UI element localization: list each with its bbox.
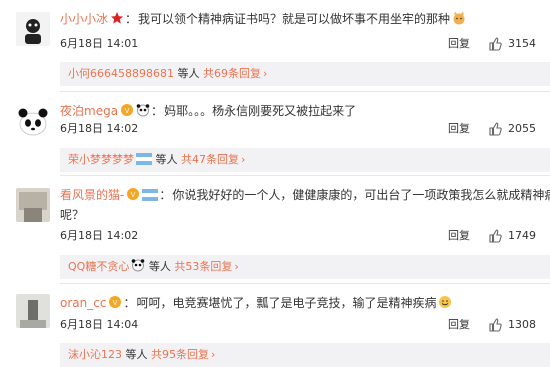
comment-line: 看风景的猫- V ：你说我好好的一个人，健健康康的，可出台了一项政策我怎么就成精神病… [60,186,550,204]
reply-button[interactable]: 回复 [448,228,470,244]
arrow-icon: › [211,348,216,361]
reply-count-link[interactable]: 共69条回复 [203,67,261,80]
timestamp: 6月18日 14:04 [60,318,139,331]
reply-user[interactable]: 荣小梦梦梦梦 [68,153,134,166]
like-count: 2055 [508,122,536,135]
avatar[interactable] [16,12,50,46]
like-count: 1308 [508,318,536,331]
vip-badge-icon: V [120,103,134,117]
like-count: 3154 [508,37,536,50]
reply-count-link[interactable]: 共95条回复 [151,348,209,361]
like-button[interactable]: 3154 [488,36,536,52]
reply-summary[interactable]: 沫小沁123 等人 共95条回复 › [60,343,550,367]
like-icon [489,318,502,332]
avatar[interactable] [16,294,50,328]
username[interactable]: 夜泊mega [60,104,118,118]
timestamp: 6月18日 14:01 [60,37,139,50]
comment-text: 妈耶。。。杨永信刚要死又被拉起来了 [164,104,357,118]
comment-actions: 回复 1749 [430,228,536,244]
like-icon [489,122,502,136]
comment-actions: 回复 1308 [430,317,536,333]
like-button[interactable]: 1308 [488,317,536,333]
panda-emoji-icon [131,258,145,272]
reply-button[interactable]: 回复 [448,36,470,52]
svg-text:V: V [113,299,118,307]
vip-badge-icon: V [126,187,140,201]
like-icon [489,37,502,51]
flag-icon [136,153,152,165]
comment-text: 呵呵，电竞赛堪忧了，瓢了是电子竞技，输了是精神疾病 [136,296,437,310]
timestamp: 6月18日 14:02 [60,122,139,135]
svg-text:V: V [131,191,136,199]
comment-line: oran_cc V ：呵呵，电竞赛堪忧了，瓢了是电子竞技，输了是精神疾病 [60,294,452,312]
reply-count-link[interactable]: 共53条回复 [174,260,232,273]
star-icon [110,11,124,25]
panda-emoji-icon [136,103,150,117]
smile-emoji-icon [438,295,452,309]
like-button[interactable]: 1749 [488,228,536,244]
reply-summary[interactable]: 荣小梦梦梦梦 等人 共47条回复 › [60,148,550,172]
arrow-icon: › [262,67,268,80]
comment-actions: 回复 3154 [430,36,536,52]
username[interactable]: 小小小冰 [60,12,108,26]
avatar[interactable] [16,104,50,138]
cat-emoji-icon [452,11,466,25]
comment-line: 夜泊mega V ：妈耶。。。杨永信刚要死又被拉起来了 [60,103,357,118]
like-icon [489,229,502,243]
reply-summary[interactable]: QQ糖不贪心 等人 共53条回复 › [60,255,550,279]
reply-summary[interactable]: 小何666458898681 等人 共69条回复 › [60,62,550,86]
reply-user[interactable]: 沫小沁123 [68,348,122,361]
comment-text: 我可以领个精神病证书吗？就是可以做坏事不用坐牢的那种 [138,12,451,26]
reply-count-link[interactable]: 共47条回复 [181,153,239,166]
like-count: 1749 [508,229,536,242]
reply-user[interactable]: QQ糖不贪心 [68,260,129,273]
reply-user[interactable]: 小何666458898681 [68,67,174,80]
arrow-icon: › [241,153,246,166]
username[interactable]: 看风景的猫- [60,188,124,202]
username[interactable]: oran_cc [60,296,106,310]
comment-text: 你说我好好的一个人，健健康康的，可出台了一项政策我怎么就成精神病了 [172,188,550,202]
flag-icon [142,189,159,201]
like-button[interactable]: 2055 [488,121,536,137]
timestamp: 6月18日 14:02 [60,229,139,242]
vip-badge-icon: V [108,295,122,309]
comment-line: 小小小冰 ：我可以领个精神病证书吗？就是可以做坏事不用坐牢的那种 [60,10,466,28]
comment-text-cont: 呢？ [60,208,85,222]
reply-button[interactable]: 回复 [448,121,470,137]
avatar[interactable] [16,188,50,222]
reply-button[interactable]: 回复 [448,317,470,333]
svg-text:V: V [125,107,130,115]
arrow-icon: › [234,260,239,273]
comment-actions: 回复 2055 [430,121,536,137]
